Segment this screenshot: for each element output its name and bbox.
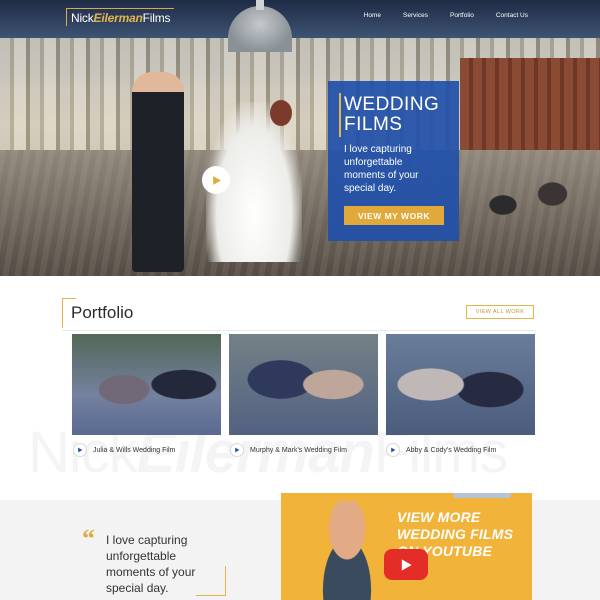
quote-icon: “: [82, 524, 95, 553]
brand-middle: Eilerman: [93, 11, 143, 25]
youtube-promo[interactable]: VIEW MORE WEDDING FILMS ON YOUTUBE: [281, 493, 532, 600]
portfolio-title: Portfolio: [71, 303, 134, 322]
brand-first: Nick: [71, 11, 94, 25]
nav-item-home[interactable]: Home: [364, 12, 381, 19]
portfolio-thumbnail-3[interactable]: [386, 334, 535, 435]
hero-building-right: [460, 58, 600, 153]
hero-groom: [132, 72, 184, 272]
portfolio-item-title[interactable]: Murphy & Mark's Wedding Film: [250, 447, 347, 454]
hero-play-button[interactable]: [202, 166, 230, 194]
main-nav: Home Services Portfolio Contact Us: [364, 12, 528, 19]
hero-title-line1: WEDDING: [344, 94, 440, 115]
youtube-promo-tab: [453, 493, 511, 498]
nav-item-contact[interactable]: Contact Us: [496, 12, 528, 19]
hero-title-line2: FILMS: [344, 114, 403, 135]
portfolio-item-title[interactable]: Abby & Cody's Wedding Film: [406, 447, 496, 454]
nav-item-portfolio[interactable]: Portfolio: [450, 12, 474, 19]
youtube-play-button[interactable]: [384, 549, 428, 580]
hero-description: I love capturing unforgettable moments o…: [344, 144, 419, 194]
page: NickEilermanFilms Home Services Portfoli…: [0, 0, 600, 600]
hero-section: NickEilermanFilms Home Services Portfoli…: [0, 0, 600, 276]
play-icon: [235, 447, 240, 453]
nav-item-services[interactable]: Services: [403, 12, 428, 19]
hero-crowd: [470, 150, 580, 260]
hero-card: WEDDING FILMS I love capturing unforgett…: [328, 81, 459, 241]
portfolio-item-title[interactable]: Julia & Wills Wedding Film: [93, 447, 175, 454]
portfolio-thumbnail-1[interactable]: [72, 334, 221, 435]
caption-play-button[interactable]: [230, 443, 244, 457]
view-all-work-button[interactable]: VIEW ALL WORK: [466, 305, 534, 319]
portfolio-caption-2[interactable]: Murphy & Mark's Wedding Film: [230, 443, 347, 457]
play-icon: [391, 447, 396, 453]
quote-bracket: [196, 566, 226, 596]
caption-play-button[interactable]: [386, 443, 400, 457]
portfolio-divider: [62, 330, 536, 331]
hero-dome-lantern: [256, 0, 264, 10]
portfolio-caption-3[interactable]: Abby & Cody's Wedding Film: [386, 443, 496, 457]
brand-last: Films: [142, 11, 171, 25]
caption-play-button[interactable]: [73, 443, 87, 457]
view-my-work-button[interactable]: VIEW MY WORK: [344, 206, 444, 225]
brand-logo[interactable]: NickEilermanFilms: [66, 8, 175, 26]
play-icon: [78, 447, 83, 453]
portfolio-caption-1[interactable]: Julia & Wills Wedding Film: [73, 443, 175, 457]
hero-title-rule: [339, 93, 341, 137]
youtube-play-icon: [401, 558, 412, 571]
portfolio-thumbnail-2[interactable]: [229, 334, 378, 435]
hero-bride-head: [270, 100, 292, 126]
play-icon: [212, 175, 221, 185]
youtube-promo-person: [305, 501, 389, 600]
